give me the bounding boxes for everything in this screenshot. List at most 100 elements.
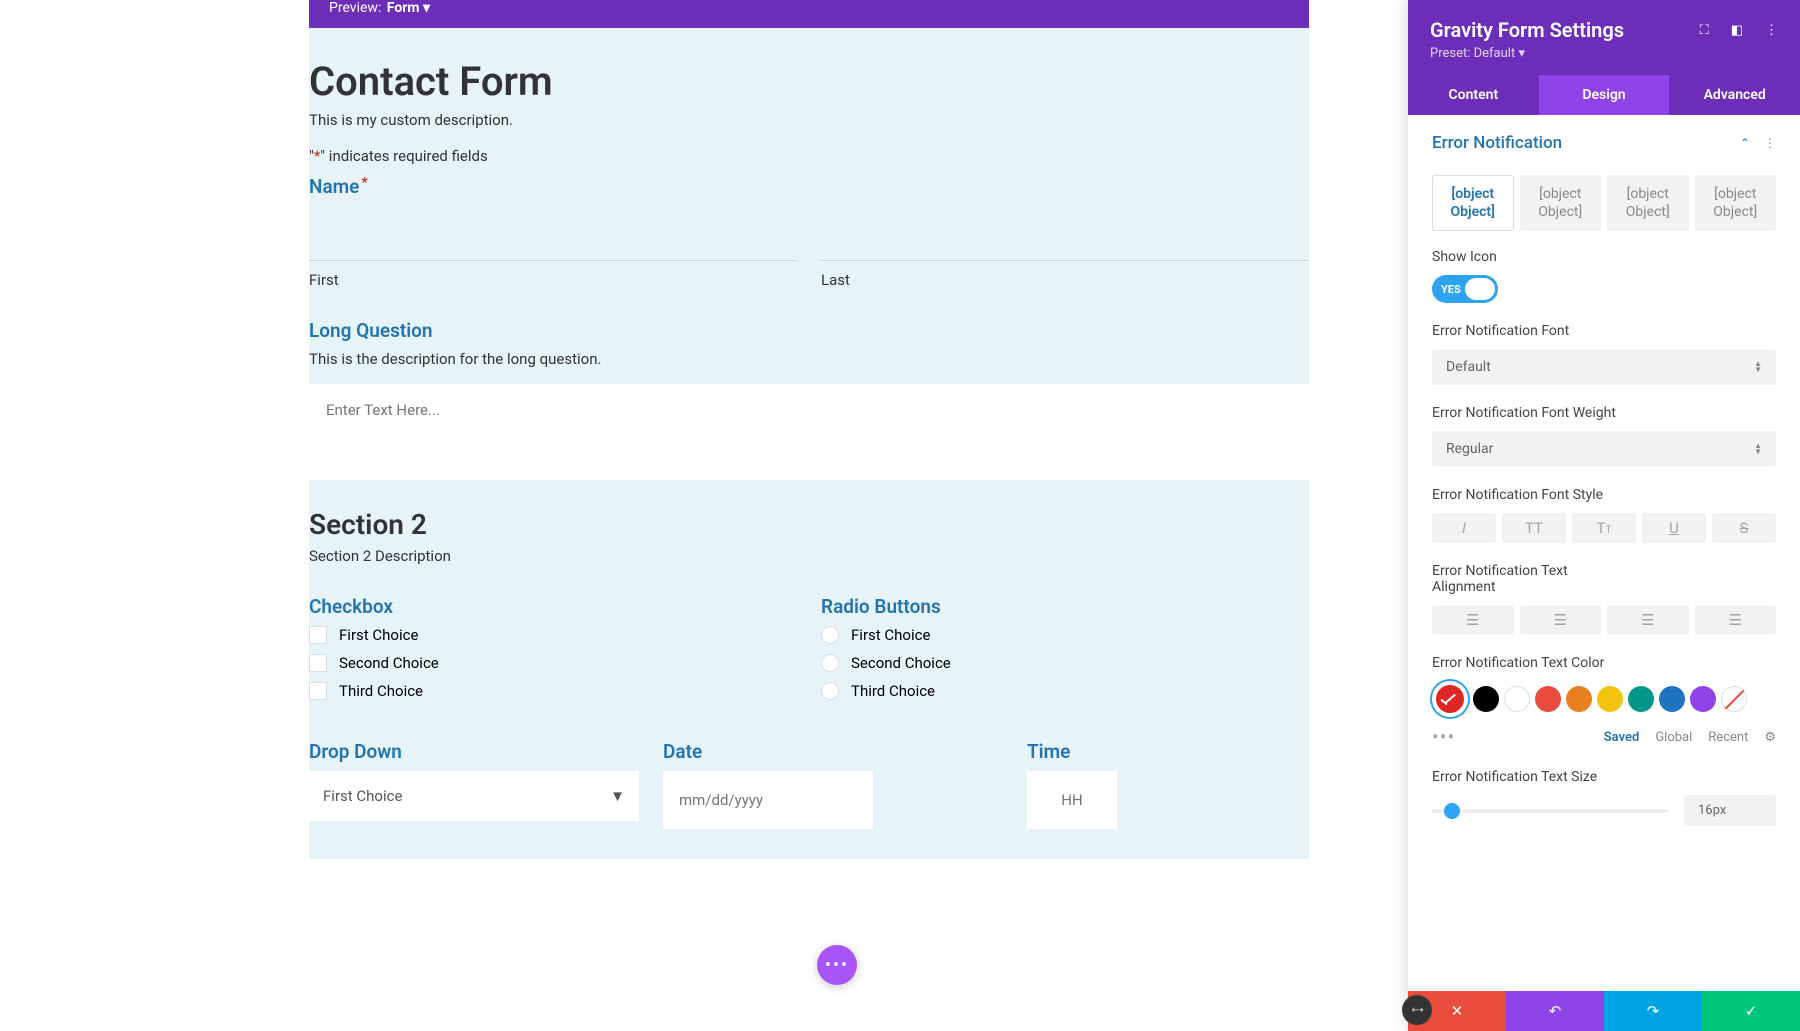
check-icon: ✓ (1745, 1002, 1758, 1020)
save-button[interactable]: ✓ (1702, 991, 1800, 1031)
date-label: Date (663, 740, 873, 763)
subtab[interactable]: [object Object] (1695, 175, 1777, 231)
section-2-desc: Section 2 Description (309, 547, 1309, 565)
color-swatch-none[interactable] (1721, 686, 1747, 712)
color-swatch[interactable] (1566, 686, 1592, 712)
align-right-button[interactable]: ☰ (1607, 605, 1689, 635)
subtab[interactable]: [object Object] (1520, 175, 1602, 231)
dropdown-label: Drop Down (309, 740, 639, 763)
last-sublabel: Last (821, 271, 1309, 289)
checkbox-label: Checkbox (309, 595, 797, 618)
panels-icon[interactable]: ◧ (1731, 23, 1743, 38)
long-question-label: Long Question (309, 319, 1309, 342)
align-center-icon: ☰ (1554, 611, 1567, 629)
date-input[interactable] (663, 771, 873, 829)
align-justify-icon: ☰ (1729, 611, 1742, 629)
uppercase-icon: TT (1525, 519, 1543, 537)
dropdown-select[interactable]: First Choice ▼ (309, 771, 639, 821)
color-swatch[interactable] (1504, 686, 1530, 712)
smallcaps-button[interactable]: TT (1572, 513, 1636, 543)
preset-dropdown[interactable]: Preset: Default ▾ (1430, 46, 1778, 61)
module-options-fab[interactable]: ••• (817, 945, 857, 985)
italic-button[interactable]: I (1432, 513, 1496, 543)
color-swatch-selected[interactable] (1432, 681, 1468, 717)
more-colors-icon[interactable]: ••• (1432, 725, 1455, 749)
last-name-input[interactable] (821, 206, 1309, 261)
size-value-input[interactable]: 16px (1684, 795, 1776, 826)
strikethrough-icon: S (1740, 519, 1749, 537)
gear-icon[interactable]: ⚙ (1764, 730, 1776, 745)
select-arrows-icon: ▲▼ (1754, 361, 1762, 373)
color-tab-global[interactable]: Global (1655, 730, 1692, 745)
time-label: Time (1027, 740, 1309, 763)
radio-choice[interactable]: Third Choice (821, 682, 1309, 700)
undo-button[interactable]: ↶ (1506, 991, 1604, 1031)
section-2-title: Section 2 (309, 508, 1309, 541)
underline-button[interactable]: U (1642, 513, 1706, 543)
color-swatch[interactable] (1628, 686, 1654, 712)
weight-label: Error Notification Font Weight (1432, 405, 1776, 421)
preview-mode-dropdown[interactable]: Form ▾ (387, 0, 430, 16)
font-select[interactable]: Default ▲▼ (1432, 349, 1776, 385)
panel-title: Gravity Form Settings (1430, 18, 1624, 42)
checkbox-choice[interactable]: Third Choice (309, 682, 797, 700)
form-description: This is my custom description. (309, 111, 1309, 129)
long-question-desc: This is the description for the long que… (309, 350, 1309, 368)
color-swatch[interactable] (1535, 686, 1561, 712)
kebab-menu-icon[interactable]: ⋮ (1764, 136, 1776, 150)
toggle-error-notification[interactable]: Error Notification (1432, 133, 1562, 153)
select-arrows-icon: ▲▼ (1754, 443, 1762, 455)
color-swatch[interactable] (1690, 686, 1716, 712)
weight-select[interactable]: Regular ▲▼ (1432, 431, 1776, 467)
show-icon-label: Show Icon (1432, 249, 1776, 265)
color-tab-recent[interactable]: Recent (1708, 730, 1748, 745)
first-sublabel: First (309, 271, 797, 289)
checkbox-icon (309, 682, 327, 700)
radio-icon (821, 654, 839, 672)
radio-choice[interactable]: First Choice (821, 626, 1309, 644)
form-title: Contact Form (309, 58, 1309, 105)
radio-icon (821, 682, 839, 700)
radio-choice[interactable]: Second Choice (821, 654, 1309, 672)
checkbox-icon (309, 626, 327, 644)
tab-advanced[interactable]: Advanced (1669, 75, 1800, 115)
radio-label: Radio Buttons (821, 595, 1309, 618)
slider-knob[interactable] (1444, 803, 1460, 819)
required-fields-note: "*" indicates required fields (309, 147, 1309, 165)
italic-icon: I (1462, 519, 1466, 537)
style-label: Error Notification Font Style (1432, 487, 1776, 503)
checkbox-choice[interactable]: Second Choice (309, 654, 797, 672)
subtab[interactable]: [object Object] (1432, 175, 1514, 231)
first-name-input[interactable] (309, 206, 797, 261)
show-icon-toggle[interactable]: YES (1432, 275, 1498, 303)
color-swatch[interactable] (1473, 686, 1499, 712)
underline-icon: U (1669, 519, 1679, 537)
strikethrough-button[interactable]: S (1712, 513, 1776, 543)
align-right-icon: ☰ (1641, 611, 1654, 629)
kebab-menu-icon[interactable]: ⋮ (1765, 23, 1778, 38)
chevron-down-icon: ▼ (610, 787, 625, 805)
name-label: Name* (309, 175, 1309, 198)
chevron-up-icon[interactable]: ⌃ (1740, 136, 1750, 150)
align-justify-button[interactable]: ☰ (1695, 605, 1777, 635)
long-question-textarea[interactable] (310, 385, 1308, 475)
time-hh-input[interactable] (1027, 771, 1117, 829)
tab-design[interactable]: Design (1539, 75, 1670, 115)
subtab[interactable]: [object Object] (1607, 175, 1689, 231)
checkbox-choice[interactable]: First Choice (309, 626, 797, 644)
color-tab-saved[interactable]: Saved (1604, 730, 1640, 745)
size-slider[interactable] (1432, 809, 1668, 813)
preview-label: Preview: (329, 0, 381, 16)
fullscreen-icon[interactable]: ⛶ (1700, 23, 1709, 38)
align-left-button[interactable]: ☰ (1432, 605, 1514, 635)
font-label: Error Notification Font (1432, 323, 1776, 339)
preview-header-bar: Preview: Form ▾ (309, 0, 1309, 28)
checkbox-icon (309, 654, 327, 672)
redo-button[interactable]: ↷ (1604, 991, 1702, 1031)
color-swatch[interactable] (1597, 686, 1623, 712)
smallcaps-icon: TT (1597, 519, 1612, 537)
align-center-button[interactable]: ☰ (1520, 605, 1602, 635)
color-swatch[interactable] (1659, 686, 1685, 712)
tab-content[interactable]: Content (1408, 75, 1539, 115)
uppercase-button[interactable]: TT (1502, 513, 1566, 543)
